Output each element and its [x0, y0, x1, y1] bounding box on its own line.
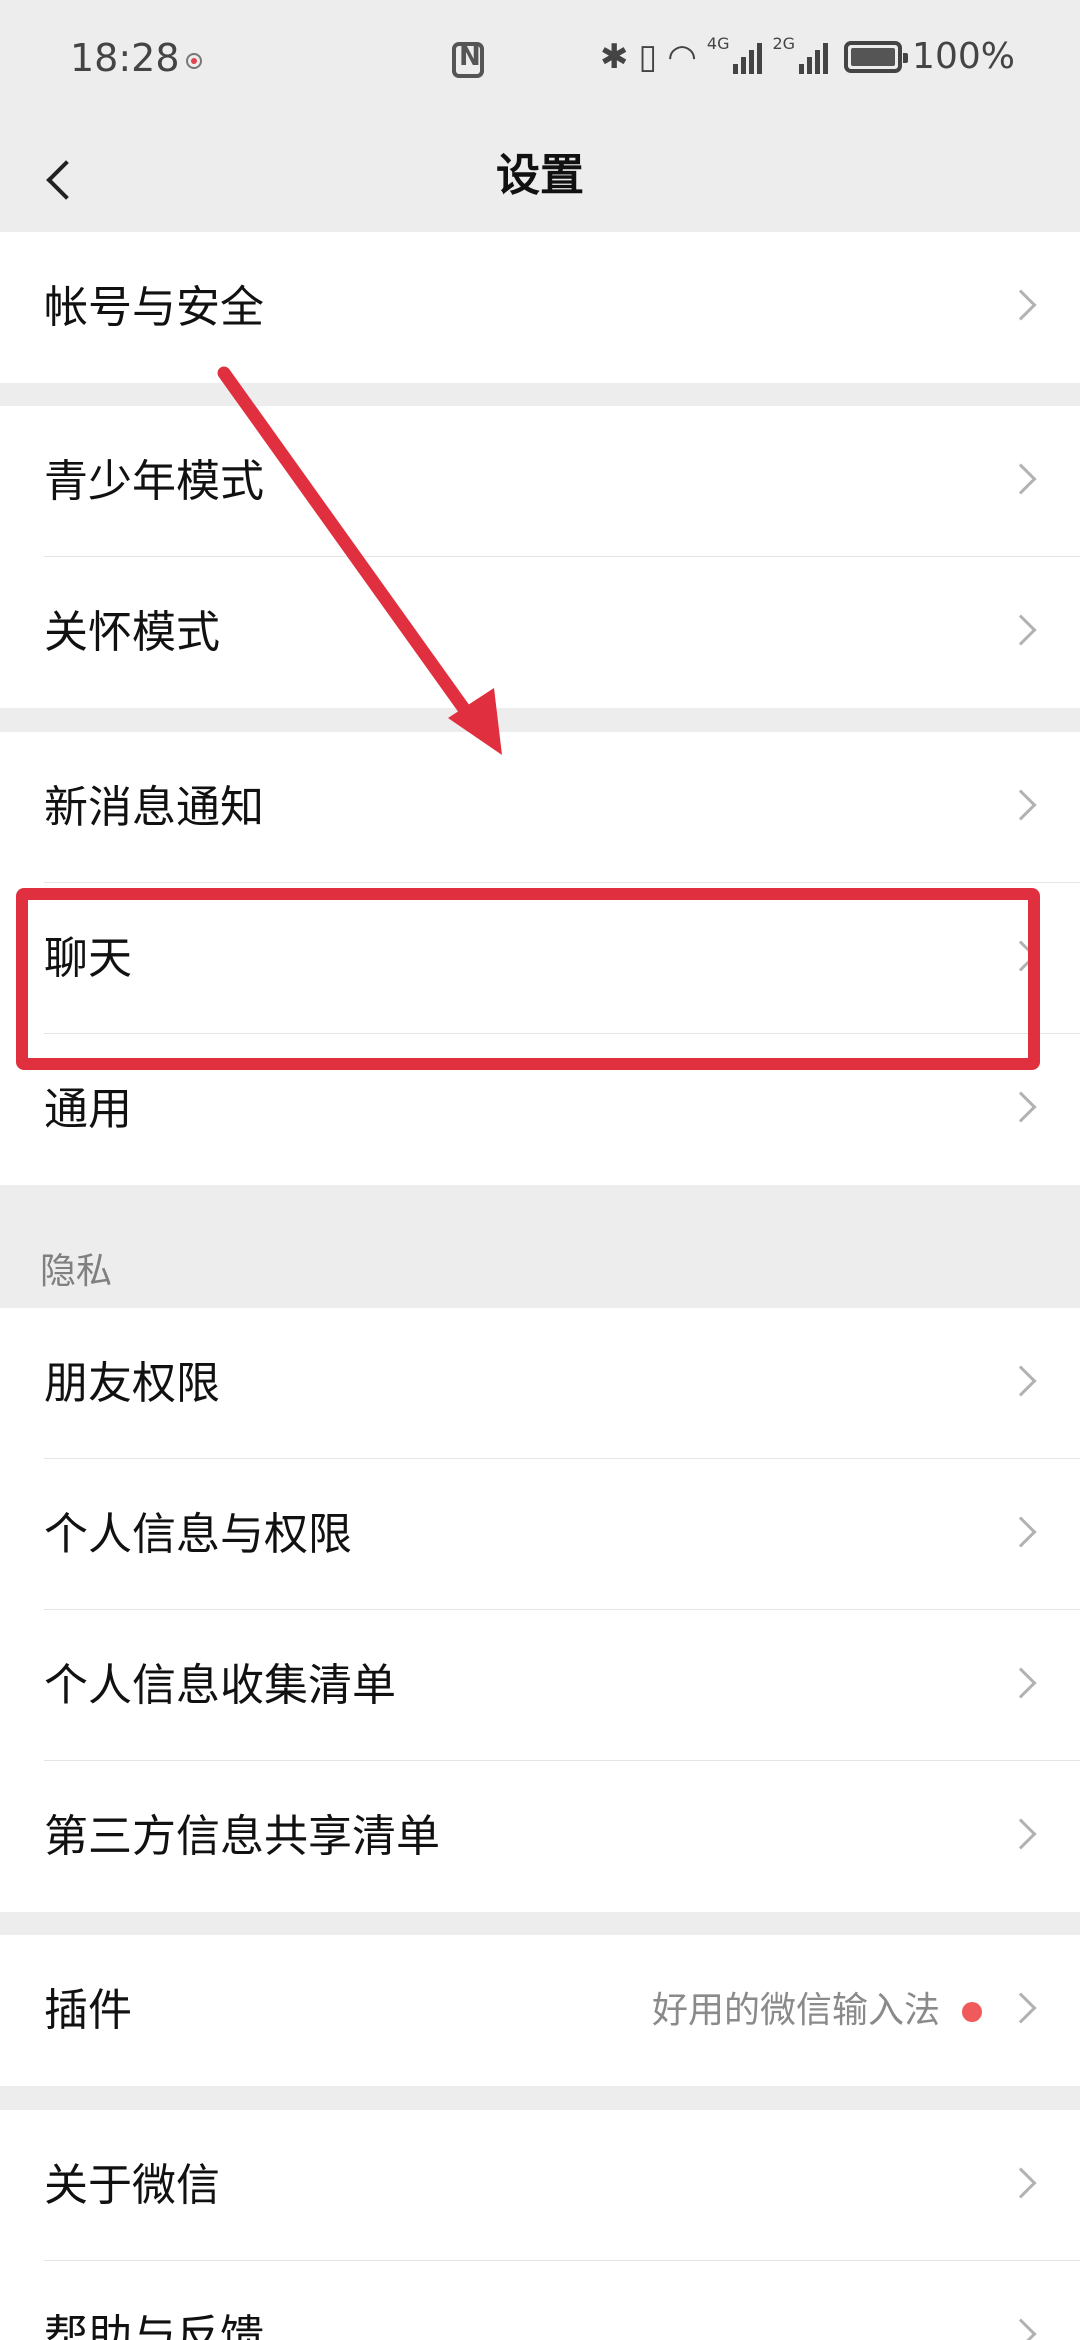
- network-type-label: 2G: [772, 34, 796, 53]
- status-time: 18:28: [70, 36, 180, 80]
- settings-item-third-party-list[interactable]: 第三方信息共享清单: [0, 1761, 1080, 1912]
- settings-item-label: 朋友权限: [44, 1358, 220, 1409]
- section-title-privacy: 隐私: [40, 1251, 113, 1292]
- settings-item-label: 青少年模式: [44, 456, 264, 507]
- chevron-right-icon: [1005, 2167, 1037, 2199]
- chevron-right-icon: [1005, 1091, 1037, 1123]
- wifi-icon: ◠: [667, 36, 697, 77]
- settings-item-account-security[interactable]: 帐号与安全: [0, 232, 1080, 383]
- page-title: 设置: [496, 150, 584, 201]
- chevron-right-icon: [1005, 1365, 1037, 1397]
- network-type-label: 4G: [706, 34, 730, 53]
- settings-item-label: 新消息通知: [44, 782, 264, 833]
- plugin-promo-text: 好用的微信输入法: [651, 1990, 940, 2031]
- settings-item-label: 关怀模式: [44, 607, 220, 658]
- highlight-box-annotation: [16, 888, 1040, 1070]
- back-button[interactable]: [30, 144, 100, 214]
- new-badge-dot: [962, 2002, 982, 2022]
- settings-item-label: 个人信息与权限: [44, 1509, 352, 1560]
- chevron-right-icon: [1005, 463, 1037, 495]
- bluetooth-icon: ✱: [600, 36, 629, 77]
- notification-dot-icon: [186, 53, 202, 69]
- settings-item-notifications[interactable]: 新消息通知: [0, 732, 1080, 883]
- vibrate-icon: ▯: [638, 36, 658, 77]
- settings-screen: 18:28 ✱ ▯ ◠ 4G 2G 100% 设置 帐号与安全 青少年模式 关怀…: [0, 0, 1080, 2340]
- signal-icon: [799, 40, 829, 74]
- header: 设置: [0, 120, 1080, 232]
- status-icons: ✱ ▯ ◠ 4G 2G 100%: [600, 34, 1015, 78]
- settings-item-plugins[interactable]: 插件 好用的微信输入法: [0, 1935, 1080, 2086]
- settings-item-label: 插件: [44, 1985, 132, 2036]
- settings-item-friend-permissions[interactable]: 朋友权限: [0, 1308, 1080, 1459]
- settings-item-help-feedback[interactable]: 帮助与反馈: [0, 2261, 1080, 2340]
- settings-item-label: 帐号与安全: [44, 282, 264, 333]
- chevron-right-icon: [1005, 1516, 1037, 1548]
- battery-percent: 100%: [912, 36, 1015, 77]
- chevron-right-icon: [1005, 1818, 1037, 1850]
- chevron-right-icon: [1005, 1667, 1037, 1699]
- settings-item-youth-mode[interactable]: 青少年模式: [0, 406, 1080, 557]
- chevron-right-icon: [1005, 2318, 1037, 2340]
- settings-item-personal-info-list[interactable]: 个人信息收集清单: [0, 1610, 1080, 1761]
- settings-item-label: 帮助与反馈: [44, 2311, 264, 2340]
- settings-item-label: 第三方信息共享清单: [44, 1811, 440, 1862]
- nfc-icon: [452, 42, 484, 78]
- chevron-right-icon: [1005, 289, 1037, 321]
- battery-icon: [844, 40, 909, 73]
- settings-item-personal-info-permissions[interactable]: 个人信息与权限: [0, 1459, 1080, 1610]
- chevron-right-icon: [1005, 614, 1037, 646]
- settings-item-label: 个人信息收集清单: [44, 1660, 396, 1711]
- settings-item-care-mode[interactable]: 关怀模式: [0, 557, 1080, 708]
- chevron-right-icon: [1005, 1992, 1037, 2024]
- settings-item-label: 关于微信: [44, 2160, 220, 2211]
- settings-item-about-wechat[interactable]: 关于微信: [0, 2110, 1080, 2261]
- chevron-right-icon: [1005, 789, 1037, 821]
- signal-icon: [733, 40, 763, 74]
- status-bar: 18:28 ✱ ▯ ◠ 4G 2G 100%: [0, 0, 1080, 120]
